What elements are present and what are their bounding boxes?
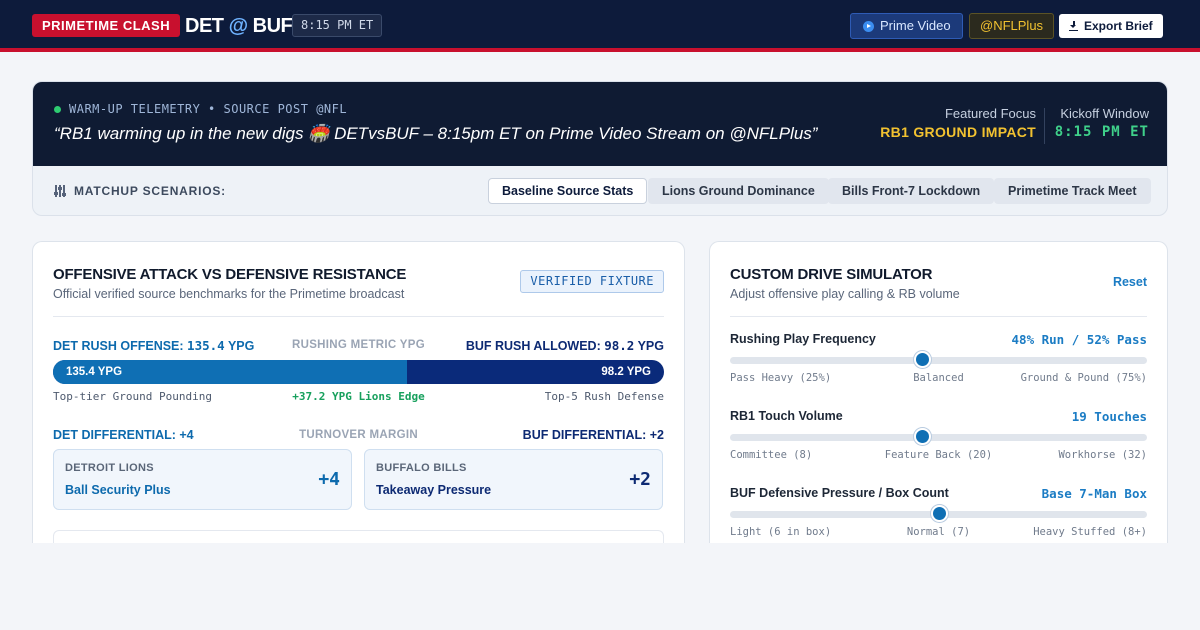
tick-min: Light (6 in box) <box>730 526 832 538</box>
rb1-touch-control: RB1 Touch Volume 19 Touches Feature Back… <box>730 409 1147 465</box>
det-rush-note: Top-tier Ground Pounding <box>53 390 212 403</box>
tick-max: Heavy Stuffed (8+) <box>1033 526 1147 538</box>
buf-rush-label: BUF RUSH ALLOWED: <box>465 339 601 353</box>
buf-team-metric: Takeaway Pressure <box>376 483 492 497</box>
hero-panel: WARM-UP TELEMETRY • SOURCE POST @NFL “RB… <box>32 81 1168 216</box>
rb1-touch-slider-thumb[interactable] <box>913 428 931 445</box>
rushing-frequency-label: Rushing Play Frequency <box>730 332 876 346</box>
prime-video-label: Prime Video <box>880 18 951 33</box>
export-brief-button[interactable]: Export Brief <box>1059 14 1163 38</box>
tick-max: Ground & Pound (75%) <box>1020 372 1147 384</box>
rushing-frequency-control: Rushing Play Frequency 48% Run / 52% Pas… <box>730 332 1147 388</box>
buf-pressure-ticks: Normal (7) Light (6 in box) Heavy Stuffe… <box>730 526 1147 538</box>
attack-vs-defense-card: OFFENSIVE ATTACK VS DEFENSIVE RESISTANCE… <box>32 241 685 543</box>
telemetry-line: WARM-UP TELEMETRY • SOURCE POST @NFL <box>54 102 347 116</box>
det-rush-offense: DET RUSH OFFENSE: 135.4 YPG <box>53 338 254 353</box>
download-icon <box>1069 21 1078 31</box>
buf-pressure-slider-thumb[interactable] <box>930 505 948 522</box>
det-rush-label: DET RUSH OFFENSE: <box>53 339 184 353</box>
verified-fixture-badge: VERIFIED FIXTURE <box>520 270 664 293</box>
telemetry-text: WARM-UP TELEMETRY • SOURCE POST @NFL <box>69 102 348 116</box>
divider <box>1044 108 1045 144</box>
bar-notes: +37.2 YPG Lions Edge Top-tier Ground Pou… <box>53 390 664 404</box>
buf-pressure-label: BUF Defensive Pressure / Box Count <box>730 486 949 500</box>
rushing-frequency-slider-thumb[interactable] <box>913 351 931 368</box>
tick-min: Pass Heavy (25%) <box>730 372 832 384</box>
featured-focus: Featured Focus RB1 GROUND IMPACT <box>880 106 1036 140</box>
rb1-touch-label: RB1 Touch Volume <box>730 409 843 423</box>
export-brief-label: Export Brief <box>1084 19 1153 33</box>
matchup-title: DET @ BUF <box>185 14 293 38</box>
primetime-badge: PRIMETIME CLASH <box>32 14 181 37</box>
rush-comparison-bar: 135.4 YPG 98.2 YPG <box>53 360 664 384</box>
source-quote: “RB1 warming up in the new digs 🏟️ DETvs… <box>54 124 818 143</box>
tick-max: Workhorse (32) <box>1058 449 1147 461</box>
game-time-chip: 8:15 PM ET <box>292 14 383 37</box>
buf-pressure-value: Base 7-Man Box <box>1041 486 1147 501</box>
scenario-lions-ground-button[interactable]: Lions Ground Dominance <box>648 178 829 204</box>
at-symbol: @ <box>228 15 249 37</box>
turnover-header: TURNOVER MARGIN DET DIFFERENTIAL: +4 BUF… <box>53 428 664 444</box>
featured-focus-value: RB1 GROUND IMPACT <box>880 124 1036 140</box>
attack-card-subtitle: Official verified source benchmarks for … <box>53 287 405 301</box>
det-turnover-card: DETROIT LIONS Ball Security Plus +4 <box>53 449 352 510</box>
next-section-box <box>53 530 664 543</box>
scenario-bills-front7-button[interactable]: Bills Front-7 Lockdown <box>828 178 995 204</box>
scenario-label-text: MATCHUP SCENARIOS: <box>74 184 226 198</box>
buf-team-value: +2 <box>629 469 651 490</box>
sliders-icon <box>54 185 66 197</box>
det-differential: DET DIFFERENTIAL: +4 <box>53 428 194 442</box>
prime-video-button[interactable]: Prime Video <box>850 13 963 39</box>
det-rush-unit: YPG <box>227 339 255 353</box>
reset-button[interactable]: Reset <box>1113 275 1147 289</box>
home-team: BUF <box>252 15 293 37</box>
kickoff-label: Kickoff Window <box>1060 106 1149 121</box>
buf-turnover-card: BUFFALO BILLS Takeaway Pressure +2 <box>364 449 663 510</box>
buf-rush-unit: YPG <box>637 339 664 353</box>
kickoff-window: Kickoff Window 8:15 PM ET <box>1055 106 1149 140</box>
buf-rush-value: 98.2 <box>604 338 635 353</box>
rush-comparison-header: RUSHING METRIC YPG DET RUSH OFFENSE: 135… <box>53 338 664 354</box>
buf-differential: BUF DIFFERENTIAL: +2 <box>522 428 664 442</box>
buf-rush-bar-label: 98.2 YPG <box>601 366 651 378</box>
buf-team-name: BUFFALO BILLS <box>376 462 467 474</box>
buf-pressure-control: BUF Defensive Pressure / Box Count Base … <box>730 486 1147 542</box>
det-team-name: DETROIT LIONS <box>65 462 154 474</box>
buf-rush-note: Top-5 Rush Defense <box>544 390 664 403</box>
det-rush-value: 135.4 <box>187 338 225 353</box>
divider <box>730 316 1147 317</box>
top-bar: PRIMETIME CLASH DET @ BUF 8:15 PM ET Pri… <box>0 0 1200 52</box>
nflplus-button[interactable]: @NFLPlus <box>969 13 1055 39</box>
live-dot-icon <box>54 105 61 113</box>
buf-rush-allowed: BUF RUSH ALLOWED: 98.2 YPG <box>466 338 664 353</box>
scenario-baseline-button[interactable]: Baseline Source Stats <box>488 178 648 204</box>
play-icon <box>863 20 874 32</box>
rushing-frequency-track[interactable] <box>730 357 1147 364</box>
drive-simulator-card: CUSTOM DRIVE SIMULATOR Adjust offensive … <box>709 241 1168 543</box>
divider <box>53 316 664 317</box>
scenario-bar: MATCHUP SCENARIOS: Baseline Source Stats… <box>33 166 1167 215</box>
kickoff-value: 8:15 PM ET <box>1054 124 1149 140</box>
rb1-touch-value: 19 Touches <box>1071 409 1147 424</box>
det-team-value: +4 <box>318 469 340 490</box>
scenario-track-meet-button[interactable]: Primetime Track Meet <box>994 178 1151 204</box>
featured-focus-label: Featured Focus <box>944 106 1036 121</box>
rushing-frequency-ticks: Balanced Pass Heavy (25%) Ground & Pound… <box>730 372 1147 384</box>
tick-min: Committee (8) <box>730 449 813 461</box>
away-team: DET <box>185 15 224 37</box>
rb1-touch-ticks: Feature Back (20) Committee (8) Workhors… <box>730 449 1147 461</box>
simulator-subtitle: Adjust offensive play calling & RB volum… <box>730 287 960 301</box>
simulator-title: CUSTOM DRIVE SIMULATOR <box>730 266 933 283</box>
det-rush-bar-label: 135.4 YPG <box>66 366 123 378</box>
attack-card-title: OFFENSIVE ATTACK VS DEFENSIVE RESISTANCE <box>53 266 407 283</box>
hero-banner: WARM-UP TELEMETRY • SOURCE POST @NFL “RB… <box>33 82 1167 166</box>
det-team-metric: Ball Security Plus <box>65 483 171 497</box>
rb1-touch-track[interactable] <box>730 434 1147 441</box>
rushing-frequency-value: 48% Run / 52% Pass <box>1011 332 1147 347</box>
scenario-label: MATCHUP SCENARIOS: <box>54 184 226 198</box>
